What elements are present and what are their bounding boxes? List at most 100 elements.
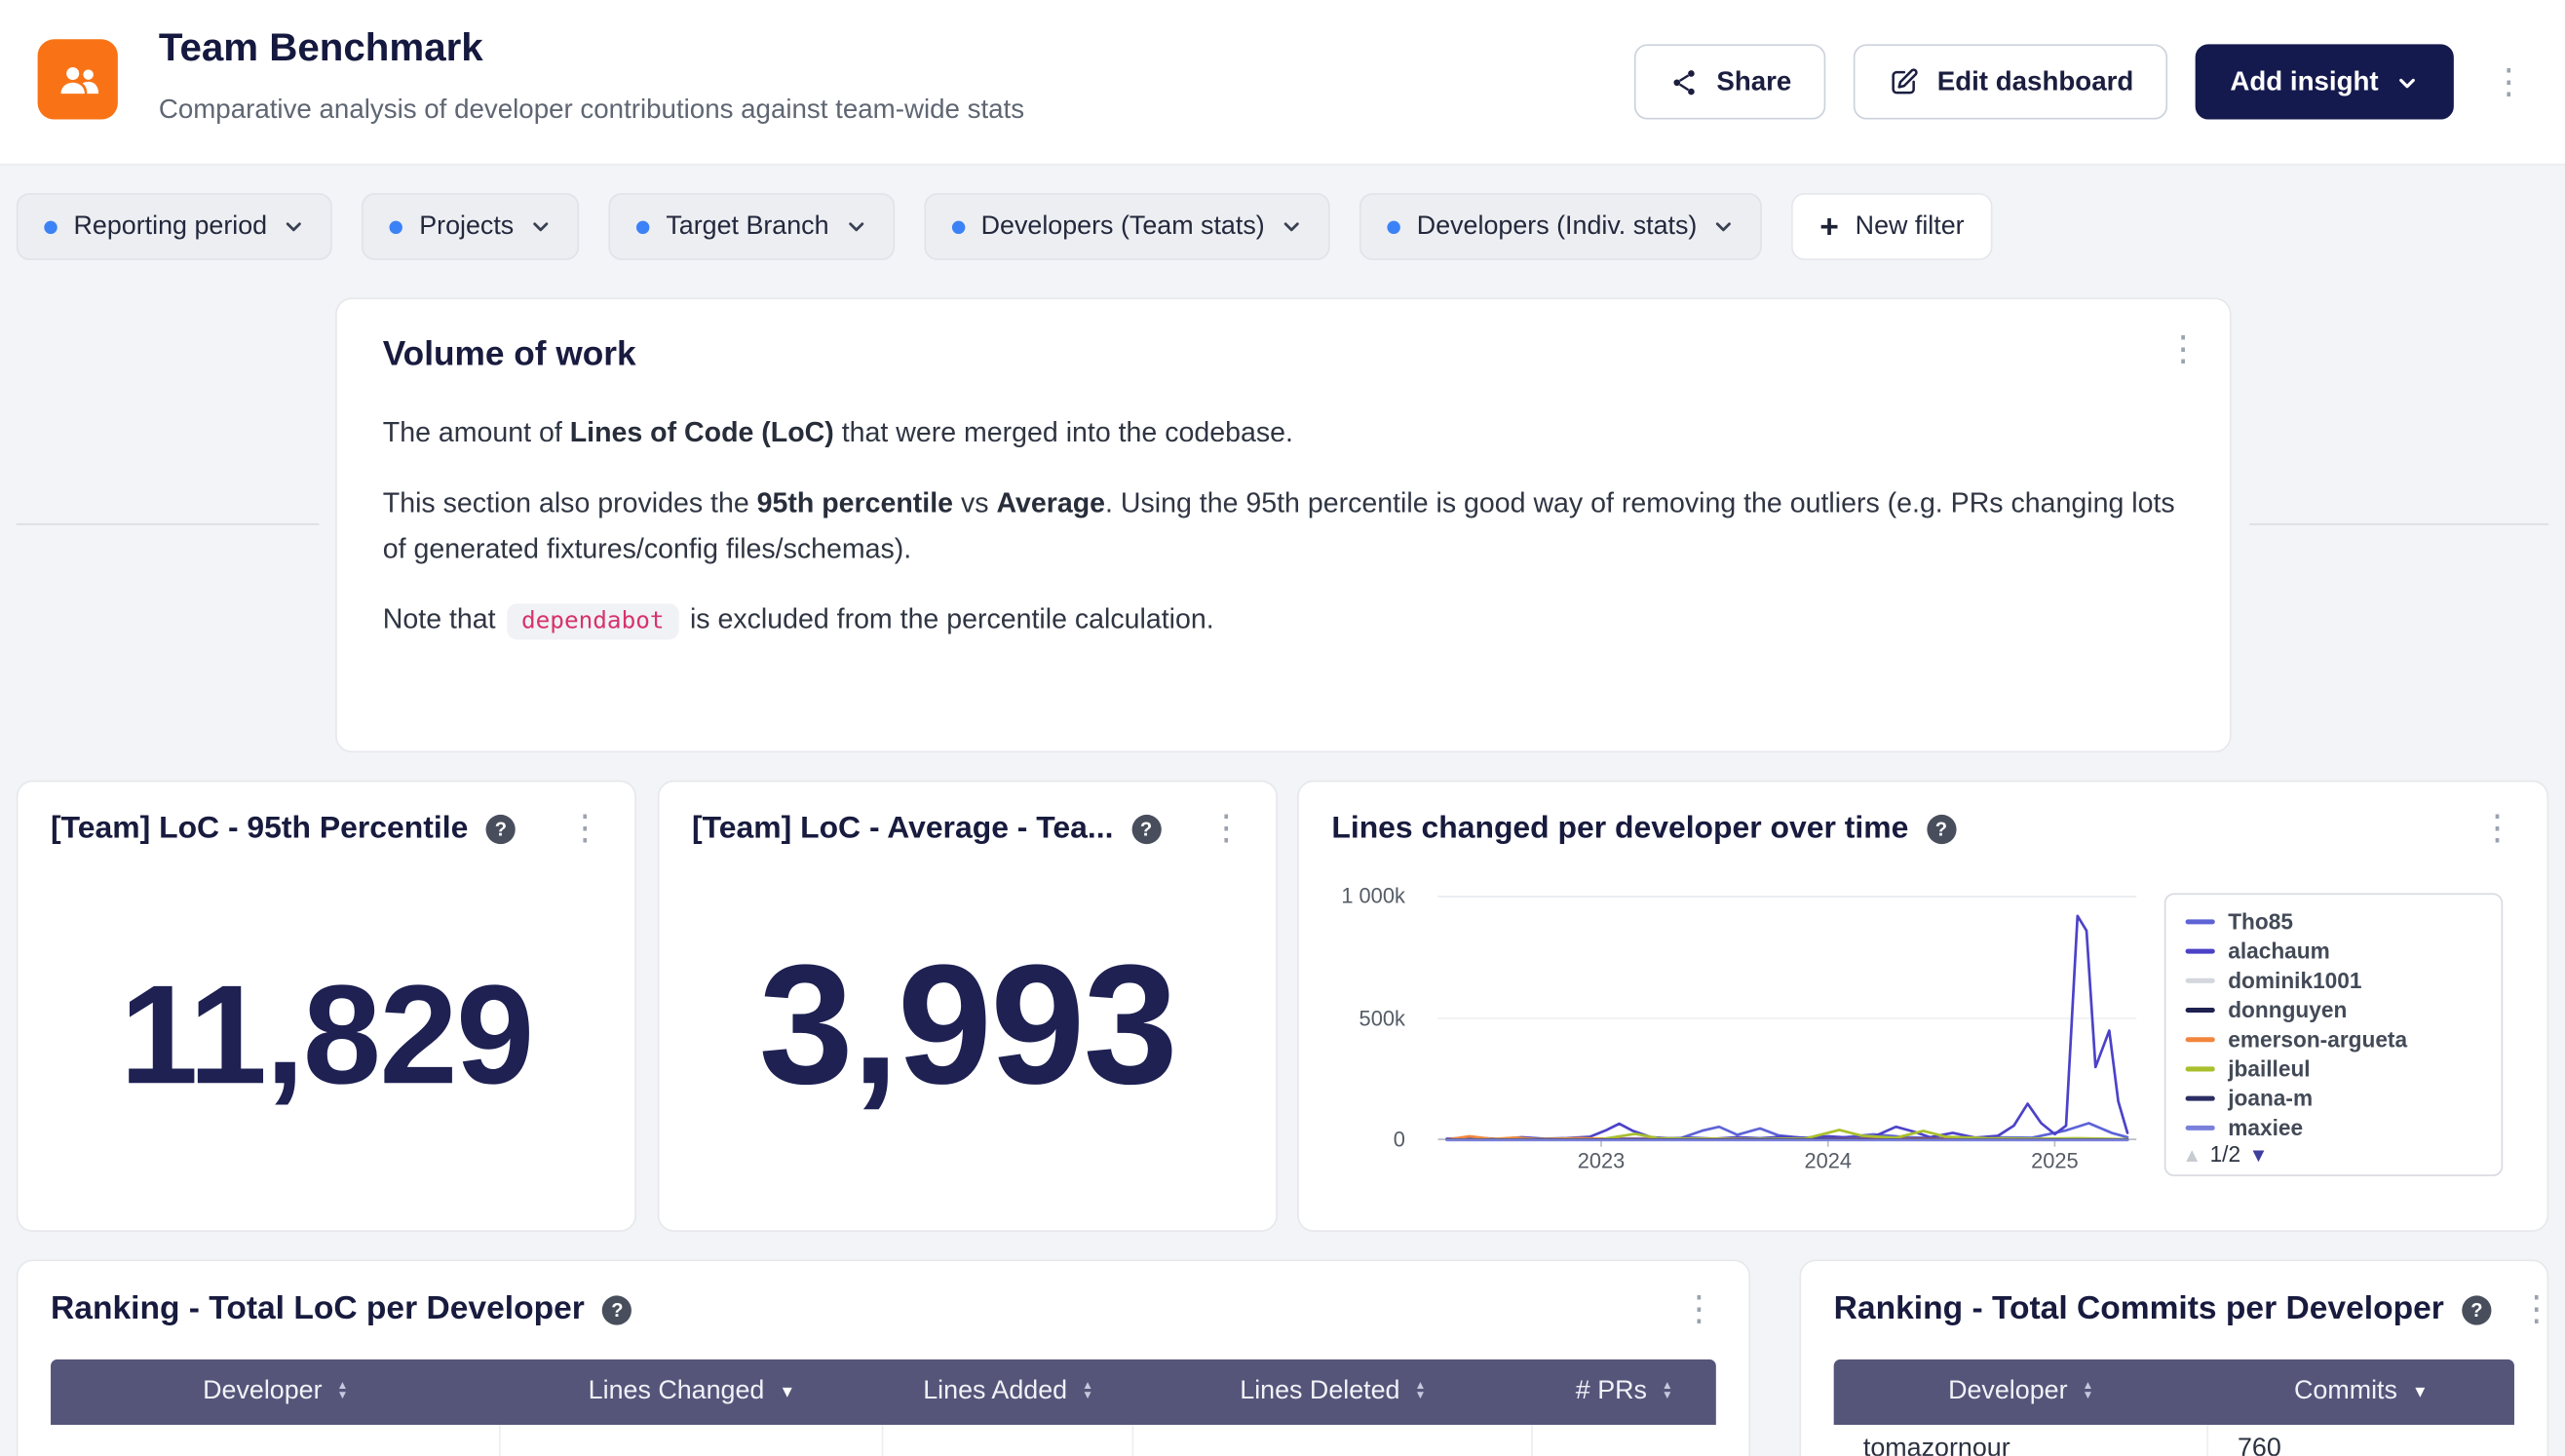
header-actions: Share Edit dashboard Add insight ⋮ [1634, 44, 2535, 119]
legend-item-tho85[interactable]: Tho85 [2186, 906, 2482, 936]
column-header-lines-deleted[interactable]: Lines Deleted▲▼ [1133, 1360, 1533, 1425]
y-tick-label: 0 [1299, 1128, 1405, 1152]
header-kebab-icon[interactable]: ⋮ [2481, 61, 2535, 102]
sort-toggle-icon: ▲▼ [1415, 1382, 1427, 1401]
chart-card-title: Lines changed per developer over time [1331, 811, 1908, 847]
stat-value: 11,829 [18, 955, 634, 1117]
legend-list: Tho85 alachaum dominik1001 donnguyenemerson… [2165, 895, 2501, 1141]
column-label: Developer [203, 1377, 322, 1406]
table-row [51, 1425, 1716, 1456]
help-icon[interactable]: ? [1927, 814, 1956, 843]
card-kebab-icon[interactable]: ⋮ [2470, 808, 2524, 849]
column-header-developer[interactable]: Developer ▲▼ [51, 1360, 500, 1425]
code-chip: dependabot [507, 603, 679, 639]
column-header-lines-added[interactable]: Lines Added▲▼ [883, 1360, 1132, 1425]
card-kebab-icon[interactable]: ⋮ [557, 808, 611, 849]
share-icon [1669, 66, 1701, 97]
legend-color-dash [2186, 977, 2215, 982]
series-jbailleul [1447, 1130, 2127, 1139]
legend-label: dominik1001 [2228, 968, 2361, 992]
filter-pill-projects[interactable]: Projects [362, 193, 579, 260]
column-header-prs[interactable]: # PRs▲▼ [1533, 1360, 1716, 1425]
legend-item-emerson-argueta[interactable]: emerson-argueta [2186, 1024, 2482, 1054]
chevron-down-icon [1713, 216, 1735, 238]
commits-table: Developer ▲▼ Commits▼tomazornour760 [1834, 1360, 2514, 1456]
sort-toggle-icon: ▲▼ [337, 1382, 349, 1401]
new-filter-button[interactable]: + New filter [1792, 193, 1992, 260]
card-header: [Team] LoC - 95th Percentile ? ⋮ [18, 782, 634, 849]
legend-label: joana-m [2228, 1086, 2313, 1110]
table-card-title: Ranking - Total LoC per Developer [51, 1290, 585, 1328]
filter-pill-label: Developers (Team stats) [981, 211, 1265, 241]
loc-table: Developer ▲▼ Lines Changed ▼ Lines Added▲▼Li… [51, 1360, 1716, 1456]
column-label: Lines Changed [589, 1377, 765, 1406]
share-button[interactable]: Share [1634, 44, 1825, 119]
ranking-commits-card: Ranking - Total Commits per Developer ? … [1799, 1259, 2548, 1455]
card-header: [Team] LoC - Average - Tea... ? ⋮ [659, 782, 1276, 849]
adjacent-card-edge-left [17, 523, 320, 525]
column-header-developer[interactable]: Developer ▲▼ [1834, 1360, 2208, 1425]
legend-page-up-icon[interactable]: ▲ [2182, 1142, 2201, 1166]
table-cell: tomazornour [1834, 1425, 2208, 1456]
column-header-lines-changed[interactable]: Lines Changed ▼ [500, 1360, 883, 1425]
new-filter-label: New filter [1856, 211, 1965, 241]
table-cell [1133, 1425, 1533, 1456]
legend-item-alachaum[interactable]: alachaum [2186, 936, 2482, 965]
filter-pill-developers-indiv-stats[interactable]: Developers (Indiv. stats) [1359, 193, 1762, 260]
page-subtitle: Comparative analysis of developer contri… [159, 95, 1024, 126]
card-kebab-icon[interactable]: ⋮ [2509, 1289, 2563, 1330]
filter-pill-target-branch[interactable]: Target Branch [609, 193, 895, 260]
help-icon[interactable]: ? [2462, 1295, 2491, 1324]
table-row: tomazornour760 [1834, 1425, 2514, 1456]
table-cell [51, 1425, 500, 1456]
help-icon[interactable]: ? [486, 814, 516, 843]
stat-value: 3,993 [659, 929, 1276, 1124]
header: Team Benchmark Comparative analysis of d… [0, 0, 2565, 166]
legend-color-dash [2186, 1095, 2215, 1100]
table-cell [500, 1425, 883, 1456]
legend-item-donnguyen[interactable]: donnguyen [2186, 995, 2482, 1024]
plus-icon: + [1819, 211, 1839, 244]
sort-toggle-icon: ▲▼ [2083, 1382, 2094, 1401]
table-card-title: Ranking - Total Commits per Developer [1834, 1290, 2444, 1328]
filter-pill-reporting-period[interactable]: Reporting period [17, 193, 332, 260]
filter-active-dot [1388, 220, 1400, 233]
legend-label: Tho85 [2228, 908, 2293, 933]
legend-item-dominik1001[interactable]: dominik1001 [2186, 965, 2482, 994]
team-benchmark-dashboard: Team Benchmark Comparative analysis of d… [0, 0, 2565, 1456]
help-icon[interactable]: ? [602, 1295, 632, 1324]
column-label: Commits [2294, 1377, 2397, 1406]
legend-label: alachaum [2228, 939, 2330, 963]
legend-item-joana-m[interactable]: joana-m [2186, 1083, 2482, 1112]
filter-active-dot [951, 220, 964, 233]
legend-color-dash [2186, 1066, 2215, 1071]
legend-label: maxiee [2228, 1115, 2303, 1139]
legend-page-down-icon[interactable]: ▼ [2248, 1142, 2268, 1166]
x-tick-label: 2024 [1792, 1148, 1864, 1172]
filter-active-dot [390, 220, 402, 233]
edit-dashboard-button[interactable]: Edit dashboard [1854, 44, 2167, 119]
help-icon[interactable]: ? [1131, 814, 1161, 843]
card-header: Ranking - Total LoC per Developer ? ⋮ [18, 1261, 1748, 1330]
page-title: Team Benchmark [159, 26, 483, 72]
filter-pill-label: Target Branch [666, 211, 828, 241]
column-header-commits[interactable]: Commits▼ [2208, 1360, 2514, 1425]
legend-item-jbailleul[interactable]: jbailleul [2186, 1054, 2482, 1083]
card-kebab-icon[interactable]: ⋮ [1199, 808, 1252, 849]
card-kebab-icon[interactable]: ⋮ [1671, 1289, 1725, 1330]
column-label: # PRs [1576, 1377, 1647, 1406]
table-cell [1533, 1425, 1716, 1456]
sort-desc-icon: ▼ [779, 1383, 795, 1400]
sort-toggle-icon: ▲▼ [1082, 1382, 1093, 1401]
volume-card-kebab-icon[interactable]: ⋮ [2156, 328, 2209, 369]
card-header: Lines changed per developer over time ? … [1299, 782, 2547, 849]
column-label: Developer [1948, 1377, 2067, 1406]
add-insight-button[interactable]: Add insight [2196, 44, 2454, 119]
table-cell: 760 [2208, 1425, 2514, 1456]
volume-paragraph: The amount of Lines of Code (LoC) that w… [383, 410, 2184, 456]
filter-pill-developers-team-stats[interactable]: Developers (Team stats) [924, 193, 1330, 260]
filter-active-dot [44, 220, 57, 233]
app-logo [38, 39, 118, 119]
x-tick-label: 2025 [2018, 1148, 2090, 1172]
chart-legend: Tho85 alachaum dominik1001 donnguyenemerson… [2164, 893, 2503, 1175]
